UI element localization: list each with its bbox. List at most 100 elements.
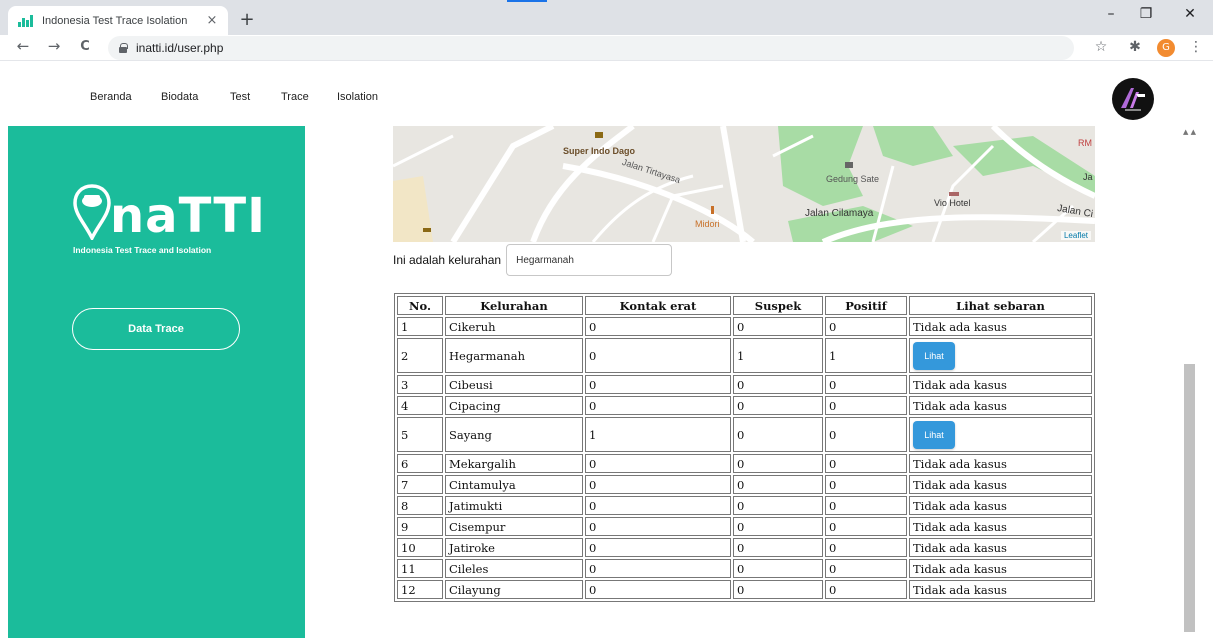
cell-suspek: 0 bbox=[733, 538, 823, 557]
cell-kontak-erat: 0 bbox=[585, 580, 731, 599]
cell-positif: 0 bbox=[825, 538, 907, 557]
cell-positif: 0 bbox=[825, 580, 907, 599]
cell-lihat-sebaran: Tidak ada kasus bbox=[909, 454, 1092, 473]
cell-positif: 0 bbox=[825, 317, 907, 336]
cell-kontak-erat: 0 bbox=[585, 496, 731, 515]
window-close-icon[interactable]: ✕ bbox=[1175, 6, 1205, 22]
cell-kontak-erat: 1 bbox=[585, 417, 731, 452]
cell-kontak-erat: 0 bbox=[585, 338, 731, 373]
tab-close-icon[interactable]: × bbox=[204, 13, 220, 28]
cell-positif: 0 bbox=[825, 396, 907, 415]
cell-kontak-erat: 0 bbox=[585, 317, 731, 336]
cell-kelurahan: Cileles bbox=[445, 559, 583, 578]
cell-positif: 0 bbox=[825, 517, 907, 536]
nav-link-beranda[interactable]: Beranda bbox=[90, 91, 132, 103]
scroll-up-icon[interactable]: ▲ ▲ bbox=[1183, 128, 1196, 136]
nav-link-biodata[interactable]: Biodata bbox=[161, 91, 198, 103]
page-scrollbar[interactable]: ▲ ▲ bbox=[1180, 126, 1213, 638]
kelurahan-field[interactable] bbox=[506, 244, 673, 276]
table-header-row: No. Kelurahan Kontak erat Suspek Positif… bbox=[397, 296, 1092, 315]
table-row: 10 Jatiroke 0 0 0 Tidak ada kasus bbox=[397, 538, 1092, 557]
nav-link-test[interactable]: Test bbox=[230, 91, 250, 103]
map-label-gedung-sate: Gedung Sate bbox=[826, 174, 880, 184]
cell-lihat-sebaran: Tidak ada kasus bbox=[909, 375, 1092, 394]
restore-icon[interactable]: ❐ bbox=[1131, 6, 1161, 22]
map-label-midori: Midori bbox=[695, 219, 720, 229]
cell-no: 8 bbox=[397, 496, 443, 515]
table-row: 11 Cileles 0 0 0 Tidak ada kasus bbox=[397, 559, 1092, 578]
bookmark-star-icon[interactable]: ☆ bbox=[1092, 39, 1110, 55]
address-bar[interactable]: inatti.id/user.php bbox=[108, 36, 1074, 60]
cell-kelurahan: Mekargalih bbox=[445, 454, 583, 473]
cell-lihat-sebaran: Lihat bbox=[909, 338, 1092, 373]
logo-subtitle: Indonesia Test Trace and Isolation bbox=[73, 245, 212, 255]
cell-positif: 1 bbox=[825, 338, 907, 373]
cell-kelurahan: Hegarmanah bbox=[445, 338, 583, 373]
cell-lihat-sebaran: Tidak ada kasus bbox=[909, 496, 1092, 515]
browser-tabstrip: Indonesia Test Trace Isolation × + – ❐ ✕ bbox=[0, 0, 1213, 35]
cell-no: 2 bbox=[397, 338, 443, 373]
cell-kontak-erat: 0 bbox=[585, 538, 731, 557]
cell-suspek: 0 bbox=[733, 517, 823, 536]
url-host: inatti.id bbox=[136, 41, 175, 55]
kelurahan-label: Ini adalah kelurahan bbox=[393, 253, 502, 267]
map-label-jalan-cilamaya: Jalan Cilamaya bbox=[805, 208, 874, 219]
table-row: 5 Sayang 1 0 0 Lihat bbox=[397, 417, 1092, 452]
cell-kelurahan: Cisempur bbox=[445, 517, 583, 536]
lihat-button[interactable]: Lihat bbox=[913, 420, 955, 449]
leaflet-attribution[interactable]: Leaflet bbox=[1060, 231, 1091, 240]
cell-kontak-erat: 0 bbox=[585, 559, 731, 578]
minimize-icon[interactable]: – bbox=[1096, 6, 1126, 22]
nav-link-trace[interactable]: Trace bbox=[281, 91, 309, 103]
column-header-lihat-sebaran: Lihat sebaran bbox=[909, 296, 1092, 315]
cell-kontak-erat: 0 bbox=[585, 396, 731, 415]
extensions-icon[interactable]: ✱ bbox=[1126, 39, 1144, 55]
forward-icon[interactable]: → bbox=[43, 37, 65, 55]
site-navbar: Beranda Biodata Test Trace Isolation bbox=[0, 62, 1213, 126]
scrollbar-thumb[interactable] bbox=[1184, 364, 1195, 632]
user-avatar[interactable] bbox=[1112, 78, 1154, 120]
lock-icon bbox=[118, 43, 128, 53]
location-pin-icon bbox=[73, 184, 111, 240]
browser-menu-icon[interactable]: ⋮ bbox=[1187, 39, 1205, 55]
kelurahan-row: Ini adalah kelurahan bbox=[393, 243, 673, 277]
back-icon[interactable]: ← bbox=[12, 37, 34, 55]
column-header-kontak-erat: Kontak erat bbox=[585, 296, 731, 315]
cell-no: 9 bbox=[397, 517, 443, 536]
map-view[interactable]: Super Indo Dago Jalan Tirtayasa Midori G… bbox=[393, 126, 1095, 242]
column-header-no: No. bbox=[397, 296, 443, 315]
cell-kontak-erat: 0 bbox=[585, 517, 731, 536]
profile-avatar[interactable]: G bbox=[1157, 39, 1175, 57]
cell-suspek: 0 bbox=[733, 317, 823, 336]
cell-positif: 0 bbox=[825, 496, 907, 515]
cell-lihat-sebaran: Tidak ada kasus bbox=[909, 538, 1092, 557]
kelurahan-table: No. Kelurahan Kontak erat Suspek Positif… bbox=[394, 293, 1095, 602]
cell-suspek: 0 bbox=[733, 580, 823, 599]
cell-kontak-erat: 0 bbox=[585, 475, 731, 494]
column-header-positif: Positif bbox=[825, 296, 907, 315]
cell-suspek: 0 bbox=[733, 475, 823, 494]
site-favicon-icon bbox=[18, 14, 34, 27]
reload-icon[interactable]: C bbox=[74, 39, 96, 54]
browser-tab[interactable]: Indonesia Test Trace Isolation × bbox=[8, 6, 228, 35]
cell-positif: 0 bbox=[825, 375, 907, 394]
nav-link-isolation[interactable]: Isolation bbox=[337, 91, 378, 103]
cell-lihat-sebaran: Tidak ada kasus bbox=[909, 580, 1092, 599]
cell-kelurahan: Jatiroke bbox=[445, 538, 583, 557]
cell-no: 6 bbox=[397, 454, 443, 473]
tab-title: Indonesia Test Trace Isolation bbox=[42, 14, 188, 27]
cell-lihat-sebaran: Tidak ada kasus bbox=[909, 517, 1092, 536]
cell-no: 7 bbox=[397, 475, 443, 494]
cell-no: 4 bbox=[397, 396, 443, 415]
cell-positif: 0 bbox=[825, 475, 907, 494]
table-row: 3 Cibeusi 0 0 0 Tidak ada kasus bbox=[397, 375, 1092, 394]
data-trace-button[interactable]: Data Trace bbox=[72, 308, 240, 350]
cell-no: 5 bbox=[397, 417, 443, 452]
cell-no: 3 bbox=[397, 375, 443, 394]
new-tab-button[interactable]: + bbox=[236, 9, 258, 30]
lihat-button[interactable]: Lihat bbox=[913, 341, 955, 370]
cell-suspek: 0 bbox=[733, 396, 823, 415]
cell-lihat-sebaran: Lihat bbox=[909, 417, 1092, 452]
cell-no: 1 bbox=[397, 317, 443, 336]
cell-kelurahan: Jatimukti bbox=[445, 496, 583, 515]
